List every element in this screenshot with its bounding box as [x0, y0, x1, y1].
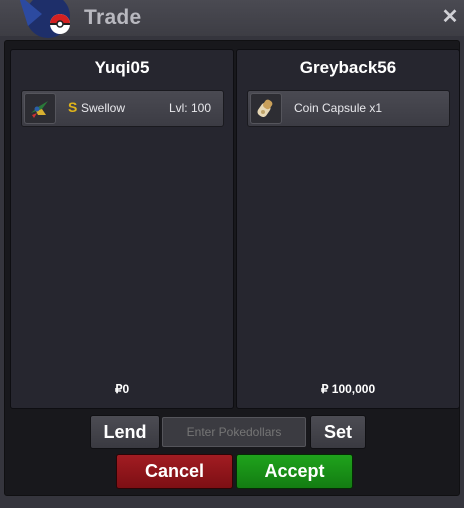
their-player-name: Greyback56	[299, 58, 397, 77]
window-title: Trade	[84, 6, 142, 29]
shiny-badge: S	[68, 99, 78, 115]
pokemon-logo-icon	[19, 0, 70, 38]
trade-content: Yuqi05 S Swellow Lvl: 100 ₽0 Greyback56	[4, 40, 460, 496]
close-icon[interactable]: ✕	[440, 6, 460, 28]
offered-item-slot[interactable]: Coin Capsule x1	[247, 90, 450, 127]
swellow-sprite-icon	[24, 93, 56, 124]
my-offer-panel: Yuqi05 S Swellow Lvl: 100 ₽0	[10, 49, 234, 409]
accept-button[interactable]: Accept	[236, 454, 353, 489]
trade-window: Trade ✕ Yuqi05 S Swellow Lvl: 100 ₽0 Gre…	[0, 0, 464, 508]
lend-button[interactable]: Lend	[90, 415, 160, 449]
my-player-name: Yuqi05	[94, 58, 150, 77]
set-button[interactable]: Set	[310, 415, 366, 449]
cancel-button[interactable]: Cancel	[116, 454, 233, 489]
my-money-offer: ₽0	[114, 382, 130, 396]
item-name: Coin Capsule x1	[294, 101, 383, 115]
their-offer-panel: Greyback56 Coin Capsule x1 ₽ 100,000	[236, 49, 460, 409]
coin-capsule-icon	[250, 93, 282, 124]
offered-pokemon-slot[interactable]: S Swellow Lvl: 100	[21, 90, 224, 127]
pokemon-level: Lvl: 100	[168, 101, 211, 115]
their-money-offer: ₽ 100,000	[320, 382, 376, 396]
pokedollar-input[interactable]	[162, 417, 306, 447]
pokemon-name: Swellow	[81, 101, 126, 115]
title-bar[interactable]: Trade ✕	[0, 0, 464, 38]
